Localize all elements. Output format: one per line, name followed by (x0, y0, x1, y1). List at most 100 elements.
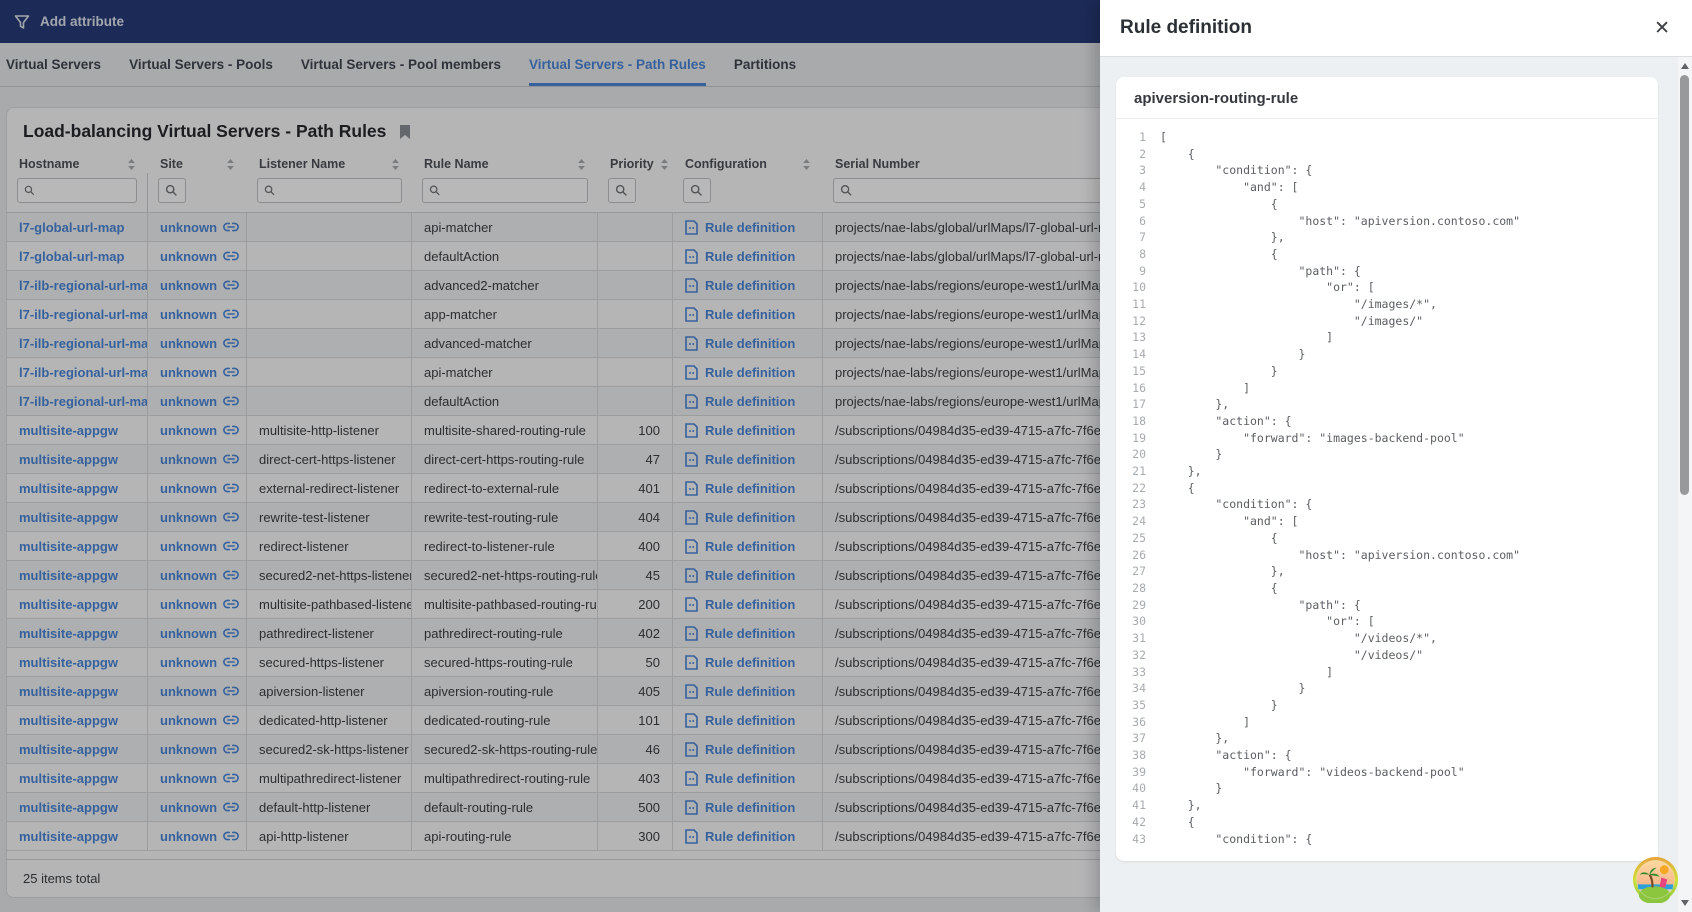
code-line: 26 "host": "apiversion.contoso.com" (1116, 547, 1658, 564)
code-line: 34 } (1116, 680, 1658, 697)
scroll-up-icon[interactable] (1681, 63, 1689, 69)
line-number: 30 (1116, 613, 1160, 630)
line-number: 35 (1116, 697, 1160, 714)
code-line: 33 ] (1116, 664, 1658, 681)
line-number: 28 (1116, 580, 1160, 597)
line-number: 21 (1116, 463, 1160, 480)
line-number: 38 (1116, 747, 1160, 764)
panel-body: apiversion-routing-rule 1[2 {3 "conditio… (1100, 57, 1692, 912)
line-number: 40 (1116, 780, 1160, 797)
line-number: 32 (1116, 647, 1160, 664)
scroll-down-icon[interactable] (1681, 900, 1689, 906)
code-line: 38 "action": { (1116, 747, 1658, 764)
code-line: 29 "path": { (1116, 597, 1658, 614)
code-line: 15 } (1116, 363, 1658, 380)
code-line: 39 "forward": "videos-backend-pool" (1116, 764, 1658, 781)
line-number: 27 (1116, 563, 1160, 580)
line-number: 20 (1116, 446, 1160, 463)
close-icon[interactable]: ✕ (1654, 19, 1670, 38)
line-number: 22 (1116, 480, 1160, 497)
code-line: 10 "or": [ (1116, 279, 1658, 296)
island-sticker (1632, 856, 1679, 903)
line-number: 24 (1116, 513, 1160, 530)
code-line: 19 "forward": "images-backend-pool" (1116, 430, 1658, 447)
line-number: 14 (1116, 346, 1160, 363)
code-line: 13 ] (1116, 329, 1658, 346)
code-line: 24 "and": [ (1116, 513, 1658, 530)
line-number: 31 (1116, 630, 1160, 647)
code-line: 7 }, (1116, 229, 1658, 246)
code-line: 20 } (1116, 446, 1658, 463)
scrollbar-thumb[interactable] (1680, 75, 1689, 495)
modal-dim-overlay (0, 0, 1100, 912)
code-line: 32 "/videos/" (1116, 647, 1658, 664)
line-number: 12 (1116, 313, 1160, 330)
line-number: 43 (1116, 831, 1160, 848)
code-line: 42 { (1116, 814, 1658, 831)
line-number: 19 (1116, 430, 1160, 447)
line-number: 7 (1116, 229, 1160, 246)
code-line: 40 } (1116, 780, 1658, 797)
panel-scrollbar[interactable] (1678, 57, 1692, 912)
line-number: 2 (1116, 146, 1160, 163)
line-number: 33 (1116, 664, 1160, 681)
code-line: 23 "condition": { (1116, 496, 1658, 513)
line-number: 5 (1116, 196, 1160, 213)
line-number: 15 (1116, 363, 1160, 380)
code-line: 31 "/videos/*", (1116, 630, 1658, 647)
panel-title: Rule definition (1120, 17, 1252, 39)
line-number: 10 (1116, 279, 1160, 296)
line-number: 11 (1116, 296, 1160, 313)
code-line: 12 "/images/" (1116, 313, 1658, 330)
line-number: 9 (1116, 263, 1160, 280)
code-line: 27 }, (1116, 563, 1658, 580)
line-number: 37 (1116, 730, 1160, 747)
code-line: 11 "/images/*", (1116, 296, 1658, 313)
code-line: 5 { (1116, 196, 1658, 213)
code-line: 8 { (1116, 246, 1658, 263)
code-line: 18 "action": { (1116, 413, 1658, 430)
line-number: 29 (1116, 597, 1160, 614)
code-line: 35 } (1116, 697, 1658, 714)
line-number: 26 (1116, 547, 1160, 564)
line-number: 6 (1116, 213, 1160, 230)
line-number: 3 (1116, 162, 1160, 179)
line-number: 42 (1116, 814, 1160, 831)
code-line: 16 ] (1116, 380, 1658, 397)
code-block: 1[2 {3 "condition": {4 "and": [5 {6 "hos… (1116, 119, 1658, 861)
line-number: 39 (1116, 764, 1160, 781)
line-number: 41 (1116, 797, 1160, 814)
rule-name-heading: apiversion-routing-rule (1116, 77, 1658, 119)
code-line: 17 }, (1116, 396, 1658, 413)
line-number: 8 (1116, 246, 1160, 263)
code-line: 9 "path": { (1116, 263, 1658, 280)
code-line: 1[ (1116, 129, 1658, 146)
rule-code-card: apiversion-routing-rule 1[2 {3 "conditio… (1116, 77, 1658, 861)
code-line: 14 } (1116, 346, 1658, 363)
code-line: 4 "and": [ (1116, 179, 1658, 196)
code-line: 25 { (1116, 530, 1658, 547)
code-line: 3 "condition": { (1116, 162, 1658, 179)
code-line: 36 ] (1116, 714, 1658, 731)
line-number: 34 (1116, 680, 1160, 697)
code-line: 30 "or": [ (1116, 613, 1658, 630)
line-number: 23 (1116, 496, 1160, 513)
line-number: 17 (1116, 396, 1160, 413)
line-number: 36 (1116, 714, 1160, 731)
code-line: 22 { (1116, 480, 1658, 497)
code-line: 41 }, (1116, 797, 1658, 814)
code-line: 28 { (1116, 580, 1658, 597)
line-number: 16 (1116, 380, 1160, 397)
line-number: 13 (1116, 329, 1160, 346)
code-line: 21 }, (1116, 463, 1658, 480)
line-number: 25 (1116, 530, 1160, 547)
code-line: 43 "condition": { (1116, 831, 1658, 848)
code-line: 37 }, (1116, 730, 1658, 747)
code-line: 2 { (1116, 146, 1658, 163)
rule-definition-panel: Rule definition ✕ apiversion-routing-rul… (1100, 0, 1692, 912)
panel-header: Rule definition ✕ (1100, 0, 1692, 57)
line-number: 4 (1116, 179, 1160, 196)
line-number: 1 (1116, 129, 1160, 146)
line-number: 18 (1116, 413, 1160, 430)
code-line: 6 "host": "apiversion.contoso.com" (1116, 213, 1658, 230)
